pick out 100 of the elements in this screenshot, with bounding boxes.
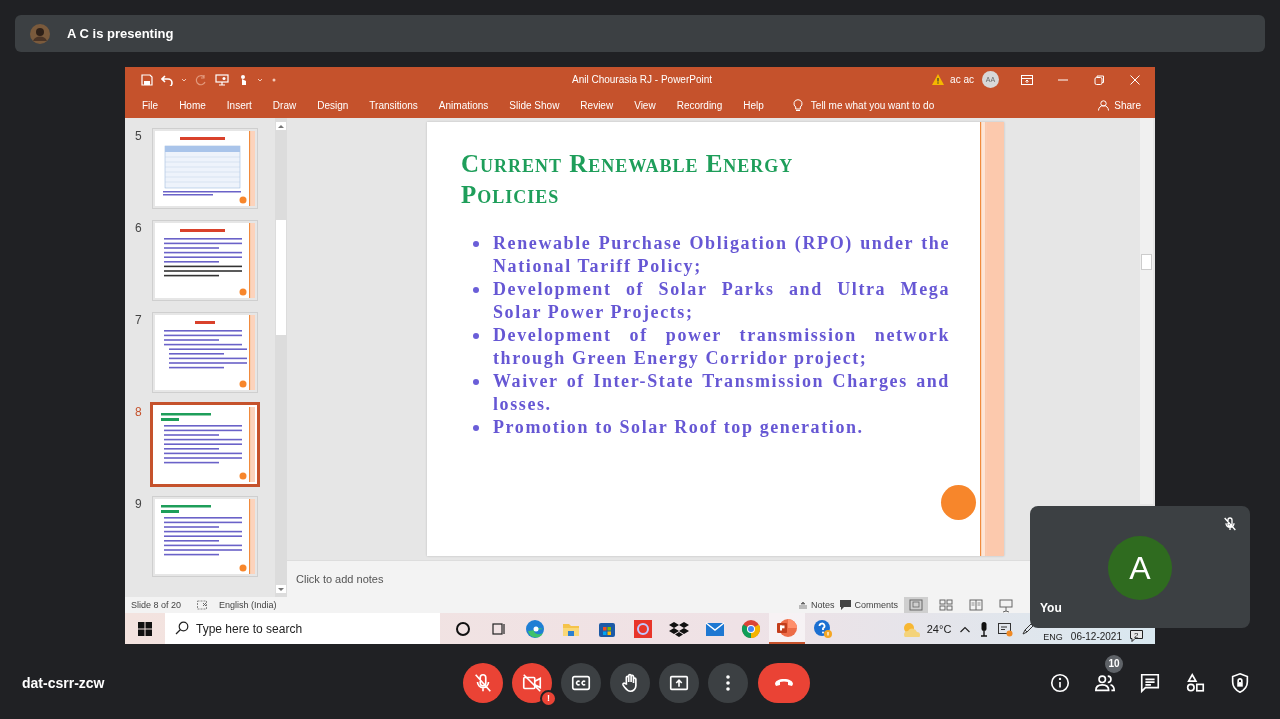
- present-screen-button[interactable]: [659, 662, 699, 703]
- ribbon-tab[interactable]: View: [634, 99, 656, 111]
- save-icon[interactable]: [141, 73, 153, 86]
- caret-up-icon[interactable]: [959, 624, 972, 633]
- bullet-text: Waiver of Inter-State Transmission Charges and losses.: [493, 370, 950, 416]
- search-icon: [175, 621, 189, 635]
- close-icon[interactable]: [1129, 74, 1141, 85]
- slide-thumbnail[interactable]: [153, 221, 257, 300]
- presenter-label: A C is presenting: [67, 26, 174, 41]
- circle-icon[interactable]: [455, 620, 471, 637]
- mic-off-button[interactable]: [463, 662, 503, 703]
- notification-button[interactable]: 2: [1130, 630, 1143, 642]
- slide-number: 5: [135, 129, 142, 143]
- projector-icon: [997, 596, 1015, 613]
- slide-number: 7: [135, 313, 142, 327]
- monitor-icon[interactable]: [997, 620, 1014, 637]
- slide-title: Current Renewable Energy Policies: [461, 149, 795, 210]
- person-icon: [1098, 99, 1110, 111]
- ribbon-tab[interactable]: Recording: [676, 99, 723, 111]
- info-icon: [1049, 671, 1071, 694]
- participant-name: You: [1040, 601, 1062, 615]
- raise-hand-button[interactable]: [610, 662, 650, 703]
- bullet-text: Renewable Purchase Obligation (RPO) under the National Tariff Policy;: [493, 232, 950, 278]
- bullet-text: Development of Solar Parks and Ultra Mega Solar Power Projects;: [493, 278, 950, 324]
- task-view-icon[interactable]: [491, 620, 507, 637]
- shield-lock-icon: [1229, 671, 1251, 694]
- warning-icon[interactable]: [932, 74, 945, 85]
- ribbon-tab[interactable]: Design: [317, 99, 349, 111]
- activities-icon: [1184, 671, 1206, 694]
- temperature: 24°C: [926, 622, 952, 635]
- browser-icon[interactable]: [525, 618, 545, 639]
- notification-icon: [1130, 630, 1143, 642]
- tell-me-search[interactable]: Tell me what you want to do: [792, 98, 935, 112]
- presenter-avatar: [30, 23, 50, 44]
- ribbon-display-icon[interactable]: [1021, 74, 1033, 85]
- more-button[interactable]: [708, 662, 748, 703]
- notes-icon: [797, 600, 808, 609]
- more-icon: [726, 674, 730, 691]
- undo-icon[interactable]: [161, 73, 173, 86]
- ribbon-tab[interactable]: Insert: [226, 99, 252, 111]
- scrollbar[interactable]: [275, 118, 287, 597]
- slide-thumbnail[interactable]: [153, 497, 257, 576]
- language-indicator[interactable]: ENG: [1043, 632, 1063, 644]
- share-button[interactable]: Share: [1098, 99, 1141, 111]
- bullet-text: Promotion to Solar Roof top generation.: [493, 416, 865, 439]
- windows-icon[interactable]: [138, 621, 152, 636]
- slide-counter: Slide 8 of 20: [131, 599, 182, 610]
- bullet-icon: [473, 379, 479, 385]
- caret-icon[interactable]: [257, 76, 263, 83]
- taskbar-search-field[interactable]: Type here to search: [165, 613, 440, 644]
- mic-off-icon: [472, 671, 494, 694]
- ribbon-tab[interactable]: Animations: [438, 99, 489, 111]
- grid-view-icon: [937, 596, 955, 613]
- normal-view-icon: [907, 596, 925, 613]
- slide-thumbnail[interactable]: [151, 403, 259, 486]
- slide-thumbnail[interactable]: [153, 129, 257, 208]
- ribbon-tab[interactable]: Transitions: [369, 99, 418, 111]
- restore-icon[interactable]: [1093, 74, 1105, 85]
- notes-field[interactable]: Click to add notes: [296, 573, 596, 585]
- slide-number: 6: [135, 221, 142, 235]
- ribbon-tab[interactable]: Slide Show: [509, 99, 560, 111]
- count-badge: 10: [1105, 654, 1123, 673]
- caret-icon[interactable]: [181, 76, 187, 83]
- bullet-icon: [473, 241, 479, 247]
- reading-view-icon: [967, 596, 985, 613]
- decoration-circle: [941, 485, 976, 520]
- presenter-icon[interactable]: [215, 73, 229, 86]
- participant-avatar: A: [1108, 536, 1172, 600]
- presentation-app-icon[interactable]: [776, 617, 798, 638]
- chrome-icon[interactable]: [741, 618, 761, 639]
- slide-thumbnail[interactable]: [153, 313, 257, 392]
- scrollbar-thumb[interactable]: [276, 220, 286, 335]
- chat-icon: [1139, 671, 1161, 694]
- scroll-up-icon: [276, 122, 286, 130]
- comment-icon: [840, 599, 852, 610]
- window-title: Anil Chourasia RJ - PowerPoint: [572, 74, 713, 85]
- comments-button[interactable]: Comments: [840, 599, 898, 610]
- language-label[interactable]: English (India): [219, 599, 277, 610]
- hang-up-icon: [775, 679, 793, 686]
- slide-number: 8: [135, 405, 142, 419]
- captions-button[interactable]: [561, 662, 601, 703]
- ribbon-tab[interactable]: Review: [580, 99, 614, 111]
- account-name[interactable]: ac ac: [950, 74, 974, 85]
- customize-icon[interactable]: [271, 76, 277, 83]
- camera-off-icon: [521, 671, 543, 694]
- ribbon-tab[interactable]: Home: [179, 99, 206, 111]
- notes-button[interactable]: Notes: [797, 599, 835, 610]
- bullet-icon: [473, 287, 479, 293]
- slide-number: 9: [135, 497, 142, 511]
- bullet-icon: [473, 425, 479, 431]
- ribbon-tab[interactable]: File: [142, 99, 159, 111]
- alert-badge: !: [540, 689, 557, 707]
- taskbar-date[interactable]: 06-12-2021: [1070, 632, 1122, 644]
- scrollbar[interactable]: [1140, 118, 1153, 504]
- bullet-icon: [473, 333, 479, 339]
- hang-up-button[interactable]: [758, 662, 810, 703]
- ribbon-tab[interactable]: Help: [743, 99, 764, 111]
- microphone-icon[interactable]: [979, 620, 990, 637]
- help-icon[interactable]: [813, 618, 833, 639]
- ribbon-tab[interactable]: Draw: [272, 99, 297, 111]
